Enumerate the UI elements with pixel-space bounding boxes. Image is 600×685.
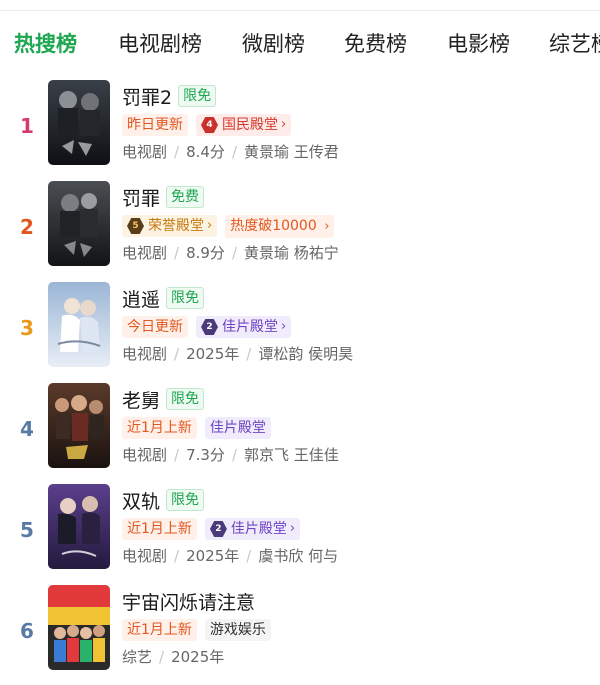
- tab-movie[interactable]: 电影榜: [447, 30, 510, 58]
- heat-tag[interactable]: 热度破10000 ›: [225, 214, 335, 238]
- poster-image[interactable]: [48, 383, 110, 468]
- meta-info: 电视剧 / 2025年 / 谭松韵 侯明昊: [122, 343, 353, 365]
- separator: /: [174, 244, 180, 262]
- poster-image[interactable]: [48, 484, 110, 569]
- list-item[interactable]: 4 老舅 限免 近1月上新 佳片殿堂 电视剧 / 7.3分 / 郭京飞 王佳佳: [0, 383, 600, 483]
- update-tag: 近1月上新: [122, 518, 197, 540]
- genre: 电视剧: [122, 244, 168, 262]
- rank-number: 1: [20, 114, 34, 138]
- hall-label: 佳片殿堂: [222, 319, 278, 335]
- separator: /: [174, 143, 180, 161]
- separator: /: [174, 446, 180, 464]
- update-tag: 今日更新: [122, 316, 188, 338]
- genre: 综艺: [122, 648, 153, 666]
- hall-tag[interactable]: 4 国民殿堂 ›: [196, 114, 292, 136]
- show-title[interactable]: 罚罪2: [122, 83, 172, 110]
- cast: 郭京飞 王佳佳: [244, 446, 339, 464]
- hall-tag[interactable]: 2 佳片殿堂 ›: [204, 518, 301, 540]
- separator: /: [246, 345, 252, 363]
- chevron-right-icon: ›: [324, 218, 330, 234]
- poster-image[interactable]: [48, 181, 110, 266]
- cast: 虞书欣 何与: [258, 547, 339, 565]
- update-tag: 昨日更新: [122, 114, 188, 136]
- chevron-right-icon: ›: [289, 521, 296, 536]
- separator: /: [174, 547, 180, 565]
- hall-badge-icon: 2: [209, 521, 227, 537]
- poster-image[interactable]: [48, 282, 110, 367]
- update-tag: 近1月上新: [122, 619, 197, 641]
- free-badge: 限免: [166, 287, 205, 309]
- hall-badge-icon: 2: [201, 319, 218, 335]
- cast: 黄景瑜 王传君: [244, 143, 339, 161]
- tab-tv-series[interactable]: 电视剧榜: [118, 30, 202, 58]
- score: 8.4分: [186, 143, 225, 161]
- show-title[interactable]: 宇宙闪烁请注意: [122, 588, 255, 615]
- rank-number: 2: [20, 215, 34, 239]
- genre: 电视剧: [122, 446, 168, 464]
- separator: /: [231, 143, 237, 161]
- score: 8.9分: [186, 244, 225, 262]
- year: 2025年: [186, 345, 240, 363]
- hall-label: 佳片殿堂: [230, 521, 287, 537]
- year: 2025年: [171, 648, 225, 666]
- score: 7.3分: [186, 446, 225, 464]
- list-item[interactable]: 2 罚罪 免费 5 荣誉殿堂 › 热度破10000 › 电视剧 / 8.9分 /…: [0, 181, 600, 281]
- list-item[interactable]: 6 宇宙闪烁请注意 近1月上新 游戏娱乐 综艺 / 2025年: [0, 585, 600, 685]
- chevron-right-icon: ›: [207, 218, 213, 233]
- category-tag[interactable]: 游戏娱乐: [204, 619, 271, 641]
- tab-micro-drama[interactable]: 微剧榜: [242, 30, 305, 58]
- free-badge: 免费: [166, 186, 205, 208]
- rank-number: 5: [20, 518, 34, 542]
- chevron-right-icon: ›: [281, 319, 287, 334]
- ranking-tabs: 热搜榜 电视剧榜 微剧榜 免费榜 电影榜 综艺榜: [0, 22, 600, 66]
- rank-number: 4: [20, 417, 34, 441]
- show-title[interactable]: 罚罪: [122, 184, 160, 211]
- separator: /: [231, 446, 237, 464]
- meta-info: 综艺 / 2025年: [122, 646, 224, 668]
- hall-label: 佳片殿堂: [209, 420, 266, 436]
- genre: 电视剧: [122, 345, 168, 363]
- heat-label: 热度破10000: [230, 217, 317, 234]
- show-title[interactable]: 老舅: [122, 386, 160, 413]
- top-divider: [0, 0, 600, 11]
- meta-info: 电视剧 / 2025年 / 虞书欣 何与: [122, 545, 338, 567]
- list-item[interactable]: 5 双轨 限免 近1月上新 2 佳片殿堂 › 电视剧/2025年 / 虞书欣 何…: [0, 484, 600, 584]
- separator: /: [174, 345, 180, 363]
- chevron-right-icon: ›: [281, 117, 287, 132]
- cast: 黄景瑜 杨祐宁: [244, 244, 339, 262]
- separator: /: [231, 244, 237, 262]
- hall-tag[interactable]: 2 佳片殿堂 ›: [196, 316, 292, 338]
- update-tag: 近1月上新: [122, 417, 197, 439]
- free-badge: 限免: [166, 388, 205, 410]
- hall-label: 国民殿堂: [222, 117, 278, 133]
- cast: 谭松韵 侯明昊: [258, 345, 354, 363]
- poster-image[interactable]: [48, 585, 110, 670]
- hall-badge-icon: 5: [127, 218, 144, 234]
- tab-hot-search[interactable]: 热搜榜: [14, 30, 77, 58]
- show-title[interactable]: 逍遥: [122, 285, 160, 312]
- list-item[interactable]: 3 逍遥 限免 今日更新 2 佳片殿堂 › 电视剧/2025年 / 谭松韵 侯明…: [0, 282, 600, 382]
- rank-number: 6: [20, 619, 34, 643]
- genre: 电视剧: [122, 547, 168, 565]
- free-badge: 限免: [166, 489, 205, 511]
- hall-tag[interactable]: 佳片殿堂: [204, 417, 271, 439]
- tab-free[interactable]: 免费榜: [344, 30, 407, 58]
- tab-variety[interactable]: 综艺榜: [549, 30, 600, 58]
- show-title[interactable]: 双轨: [122, 487, 160, 514]
- meta-info: 电视剧 / 7.3分 / 郭京飞 王佳佳: [122, 444, 339, 466]
- meta-info: 电视剧 / 8.4分 / 黄景瑜 王传君: [122, 141, 339, 163]
- free-badge: 限免: [178, 85, 217, 107]
- separator: /: [246, 547, 252, 565]
- list-item[interactable]: 1 罚罪2 限免 昨日更新 4 国民殿堂 › 电视剧 / 8.4分 / 黄景瑜 王传君: [0, 80, 600, 180]
- meta-info: 电视剧 / 8.9分 / 黄景瑜 杨祐宁: [122, 242, 339, 264]
- genre: 电视剧: [122, 143, 168, 161]
- year: 2025年: [186, 547, 240, 565]
- separator: /: [159, 648, 165, 666]
- rank-number: 3: [20, 316, 34, 340]
- hall-badge-icon: 4: [201, 117, 218, 133]
- hall-label: 荣誉殿堂: [148, 218, 204, 234]
- poster-image[interactable]: [48, 80, 110, 165]
- hall-tag[interactable]: 5 荣誉殿堂 ›: [122, 215, 218, 237]
